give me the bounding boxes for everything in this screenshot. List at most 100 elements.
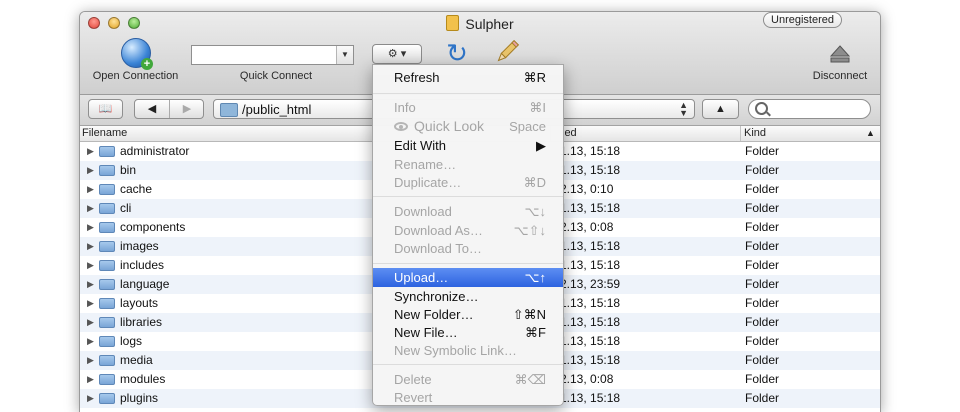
plus-icon: + — [141, 58, 153, 70]
menu-item-quick-look[interactable]: Quick Look Space — [373, 117, 563, 137]
menu-item-rename[interactable]: Rename… — [373, 155, 563, 174]
registration-badge[interactable]: Unregistered — [763, 12, 842, 28]
folder-icon — [99, 260, 115, 271]
menu-separator — [373, 263, 563, 264]
disclosure-triangle-icon[interactable]: ▶ — [87, 275, 94, 294]
menu-item-text: Refresh — [394, 70, 440, 85]
menu-item-download-to[interactable]: Download To… — [373, 239, 563, 258]
file-kind: Folder — [745, 163, 780, 177]
disclosure-triangle-icon[interactable]: ▶ — [87, 370, 94, 389]
back-button[interactable]: ◀ — [135, 100, 170, 118]
menu-item-new-file[interactable]: New File… ⌘F — [373, 323, 563, 342]
column-kind[interactable]: Kind — [744, 126, 766, 141]
menu-item-shortcut: ⌘D — [523, 175, 546, 190]
menu-item-edit-with[interactable]: Edit With ▶ — [373, 136, 563, 155]
menu-item-download[interactable]: Download ⌥↓ — [373, 202, 563, 221]
file-kind: Folder — [745, 391, 780, 405]
file-kind: Folder — [745, 239, 780, 253]
file-name: layouts — [120, 296, 159, 310]
pencil-icon[interactable] — [493, 38, 521, 66]
menu-item-label: Duplicate… — [394, 173, 461, 192]
menu-separator — [373, 93, 563, 94]
menu-item-new-symbolic-link[interactable]: New Symbolic Link… — [373, 341, 563, 360]
forward-button[interactable]: ▶ — [170, 100, 204, 118]
menu-item-duplicate[interactable]: Duplicate… ⌘D — [373, 173, 563, 192]
menu-item-upload[interactable]: Upload… ⌥↑ — [373, 268, 563, 287]
column-divider[interactable] — [740, 126, 741, 141]
file-name: includes — [120, 258, 165, 272]
file-kind: Folder — [745, 315, 780, 329]
menu-item-label: Download — [394, 202, 452, 221]
menu-item-shortcut: ⌥↑ — [524, 270, 546, 285]
folder-icon — [99, 355, 115, 366]
disclosure-triangle-icon[interactable]: ▶ — [87, 180, 94, 199]
menu-item-info[interactable]: Info ⌘I — [373, 98, 563, 117]
disclosure-triangle-icon[interactable]: ▶ — [87, 332, 94, 351]
file-kind: Folder — [745, 277, 780, 291]
menu-item-refresh[interactable]: Refresh ⌘R — [373, 68, 563, 87]
menu-item-shortcut: ⌥↓ — [524, 204, 546, 219]
menu-item-text: Synchronize… — [394, 289, 479, 304]
disclosure-triangle-icon[interactable]: ▶ — [87, 256, 94, 275]
disclosure-triangle-icon[interactable]: ▶ — [87, 142, 94, 161]
file-name: language — [120, 277, 170, 291]
search-icon — [755, 102, 768, 115]
disclosure-triangle-icon[interactable]: ▶ — [87, 161, 94, 180]
disclosure-triangle-icon[interactable]: ▶ — [87, 294, 94, 313]
disclosure-triangle-icon[interactable]: ▶ — [87, 351, 94, 370]
folder-icon — [99, 203, 115, 214]
file-name: cache — [120, 182, 153, 196]
file-kind: Folder — [745, 182, 780, 196]
file-kind: Folder — [745, 201, 780, 215]
quick-connect-dropdown-icon[interactable]: ▼ — [336, 46, 353, 64]
refresh-icon[interactable]: ↻ — [444, 40, 470, 66]
disclosure-triangle-icon[interactable]: ▶ — [87, 237, 94, 256]
file-kind: Folder — [745, 296, 780, 310]
disclosure-triangle-icon[interactable]: ▶ — [87, 199, 94, 218]
file-modified: 1.13, 15:18 — [560, 144, 621, 158]
search-field[interactable] — [748, 99, 871, 119]
menu-item-label: Edit With — [394, 136, 446, 155]
menu-separator — [373, 364, 563, 365]
folder-icon — [99, 317, 115, 328]
file-modified: 1.13, 15:18 — [560, 334, 621, 348]
bookmarks-button[interactable]: 📖 — [88, 99, 123, 119]
folder-icon — [99, 184, 115, 195]
menu-item-download-as[interactable]: Download As… ⌥⇧↓ — [373, 221, 563, 240]
folder-icon — [99, 165, 115, 176]
file-name: plugins — [120, 391, 159, 405]
menu-item-text: Info — [394, 100, 416, 115]
window-title-text: Sulpher — [465, 16, 514, 32]
column-modified[interactable]: ied — [562, 126, 577, 141]
menu-item-delete[interactable]: Delete ⌘⌫ — [373, 370, 563, 389]
document-icon — [446, 15, 460, 31]
file-modified: 1.13, 15:18 — [560, 315, 621, 329]
file-name: media — [120, 353, 153, 367]
menu-item-label: New Symbolic Link… — [394, 341, 517, 360]
menu-item-synchronize[interactable]: Synchronize… — [373, 287, 563, 306]
forward-icon: ▶ — [182, 103, 192, 115]
column-filename[interactable]: Filename — [82, 126, 127, 141]
file-modified: 1.13, 15:18 — [560, 201, 621, 215]
menu-item-revert[interactable]: Revert — [373, 388, 563, 405]
parent-directory-button[interactable]: ▲ — [702, 99, 739, 119]
menu-item-label: Refresh — [394, 68, 440, 87]
menu-item-label: Synchronize… — [394, 287, 479, 306]
folder-icon — [99, 336, 115, 347]
folder-icon — [220, 103, 238, 117]
disclosure-triangle-icon[interactable]: ▶ — [87, 313, 94, 332]
quick-connect-input[interactable]: ▼ — [191, 45, 354, 65]
menu-item-label: Rename… — [394, 155, 456, 174]
menu-item-text: Download As… — [394, 223, 483, 238]
disclosure-triangle-icon[interactable]: ▶ — [87, 389, 94, 408]
action-menu-button[interactable]: ⚙ ▾ — [372, 44, 422, 64]
menu-item-text: New Symbolic Link… — [394, 343, 517, 358]
book-icon: 📖 — [98, 103, 113, 115]
menu-item-new-folder[interactable]: New Folder… ⇧⌘N — [373, 305, 563, 324]
menu-item-text: Quick Look — [414, 118, 485, 134]
file-modified: 2.13, 0:08 — [560, 220, 614, 234]
menu-item-text: Edit With — [394, 138, 447, 153]
disclosure-triangle-icon[interactable]: ▶ — [87, 218, 94, 237]
menu-item-label: Quick Look — [394, 117, 484, 136]
quick-connect-label: Quick Connect — [239, 70, 313, 82]
